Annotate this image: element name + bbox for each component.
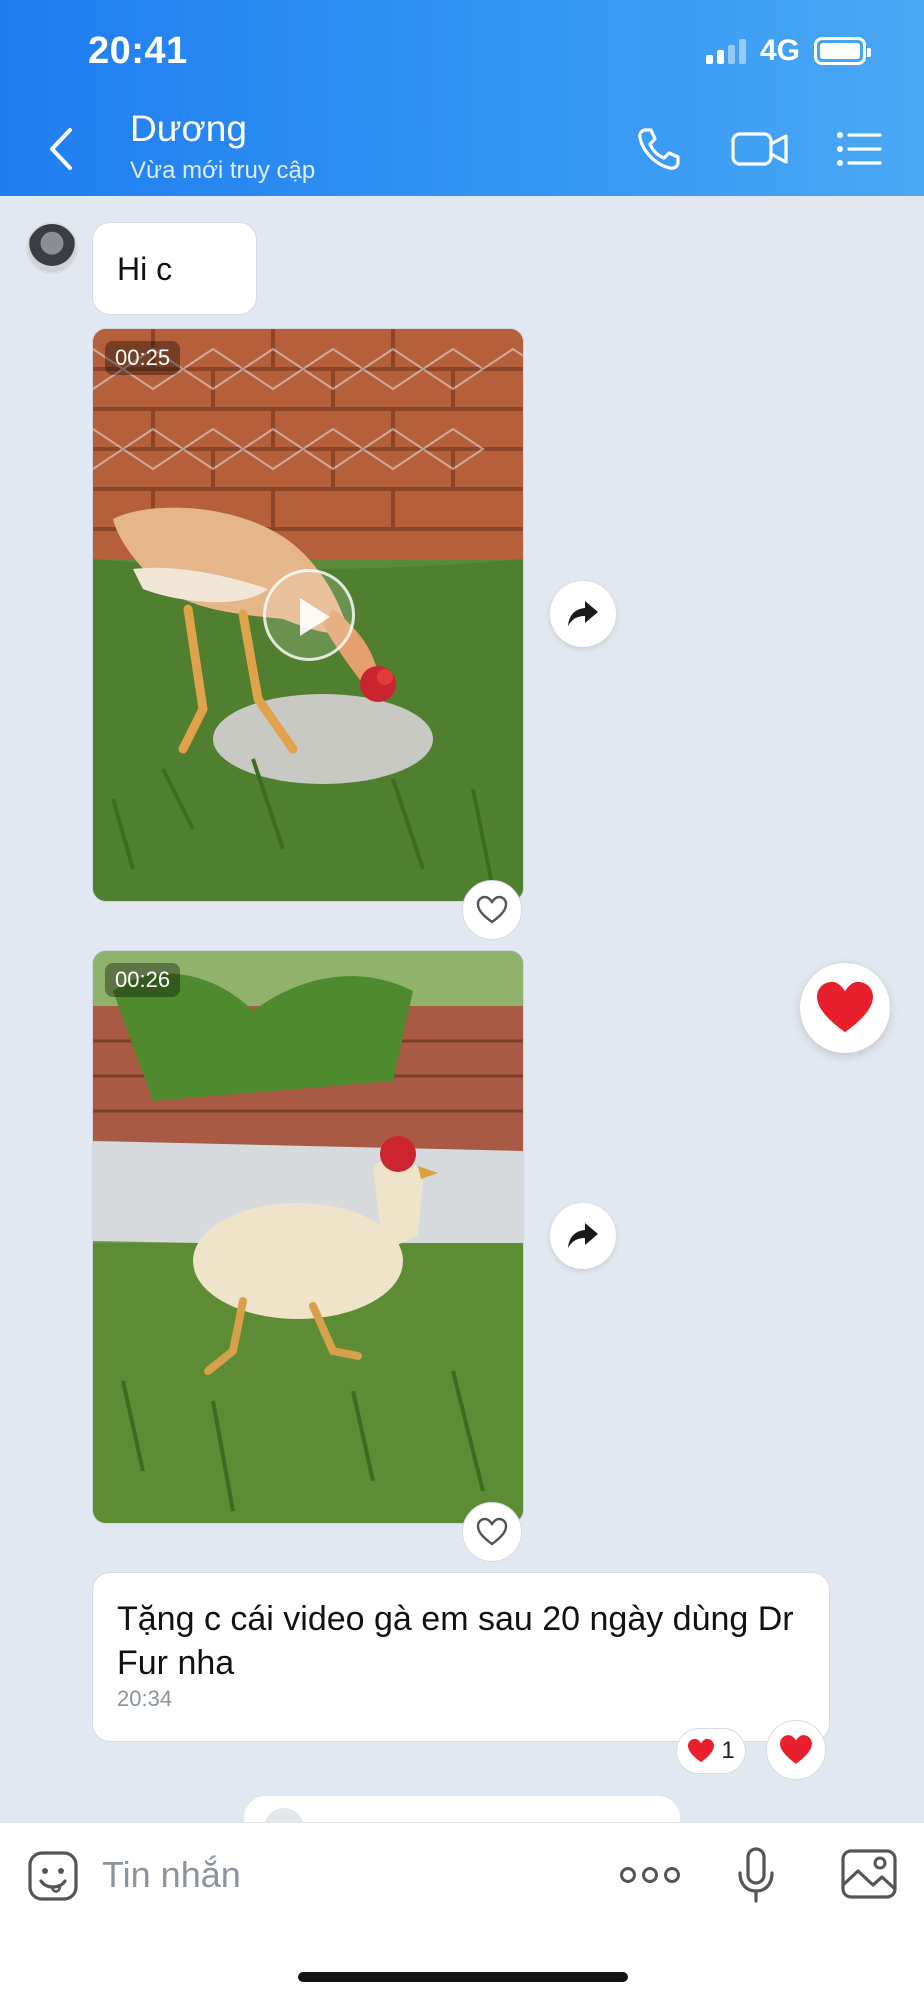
like-button[interactable] [462, 880, 522, 940]
heart-outline-icon [476, 895, 508, 924]
reaction-count: 1 [721, 1737, 735, 1764]
share-button[interactable] [550, 581, 616, 647]
signal-icon [705, 38, 746, 64]
like-button[interactable] [462, 1502, 522, 1562]
image-gallery-icon[interactable] [840, 1847, 898, 1901]
video-duration: 00:25 [105, 341, 181, 375]
microphone-icon[interactable] [728, 1845, 784, 1905]
message-input[interactable] [102, 1849, 582, 1901]
chat-header: 20:41 4G Dương Vừa mới truy cập [0, 0, 924, 196]
reaction-heart-button[interactable] [800, 963, 890, 1053]
contact-avatar[interactable] [26, 222, 78, 274]
contact-name[interactable]: Dương [130, 108, 247, 150]
forward-arrow-icon [568, 601, 598, 626]
battery-icon [814, 37, 871, 65]
forward-arrow-icon [568, 1223, 598, 1248]
status-indicators: 4G [705, 34, 871, 68]
play-icon[interactable] [263, 569, 355, 661]
message-time: 20:34 [117, 1686, 173, 1711]
message-text: Tặng c cái video gà em sau 20 ngày dùng … [117, 1600, 794, 1682]
sticker-icon[interactable] [26, 1849, 80, 1903]
share-button[interactable] [550, 1203, 616, 1269]
video-message[interactable]: 00:25 [92, 328, 524, 902]
heart-outline-icon [476, 1517, 508, 1546]
react-button[interactable] [766, 1720, 826, 1780]
video-call-icon[interactable] [730, 122, 790, 176]
reaction-summary[interactable]: 1 [676, 1728, 746, 1774]
phone-icon[interactable] [632, 122, 686, 176]
video-duration: 00:26 [105, 963, 181, 997]
menu-list-icon[interactable] [834, 122, 884, 176]
presence-status: Vừa mới truy cập [130, 157, 316, 184]
more-options-icon[interactable] [620, 1853, 684, 1897]
heart-icon [780, 1735, 812, 1764]
message-text: Hi c [117, 251, 173, 287]
home-indicator [298, 1972, 628, 1982]
message-bubble[interactable]: Tặng c cái video gà em sau 20 ngày dùng … [92, 1572, 830, 1742]
heart-icon [688, 1738, 715, 1763]
back-icon[interactable] [42, 124, 82, 174]
video-message[interactable]: 00:26 [92, 950, 524, 1524]
heart-icon [817, 981, 873, 1033]
video-thumbnail-chicken [93, 951, 523, 1523]
message-bubble[interactable]: Hi c [92, 222, 257, 315]
status-time: 20:41 [88, 30, 188, 72]
network-label: 4G [759, 34, 800, 67]
